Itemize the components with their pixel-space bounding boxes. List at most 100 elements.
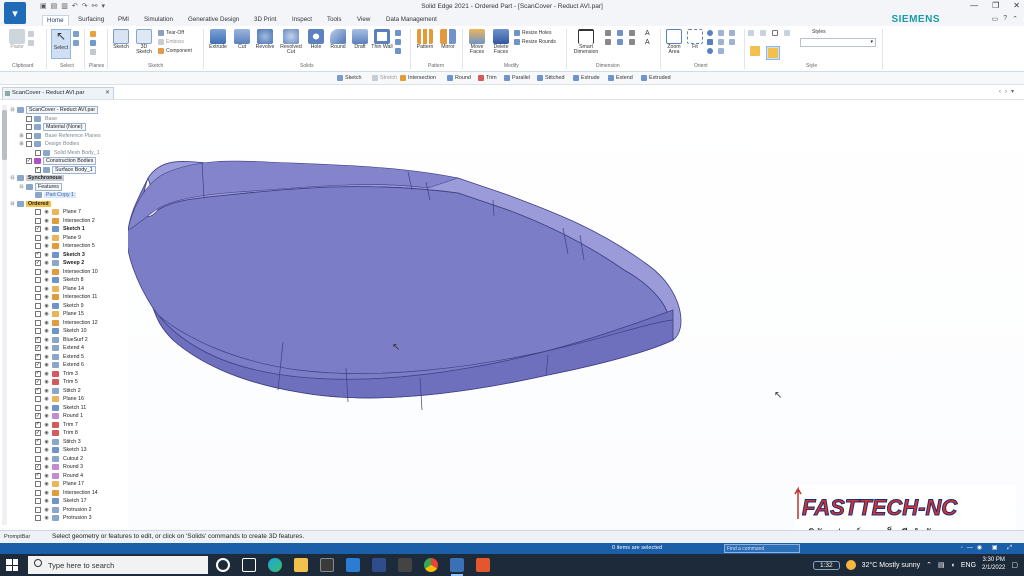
- fit-status-icon[interactable]: ⤢: [1007, 545, 1016, 551]
- tree-node[interactable]: ✓ ◉ Trim 7: [28, 421, 80, 430]
- visibility-checkbox[interactable]: ✓: [35, 345, 41, 352]
- taskbar-search-input[interactable]: Type here to search: [28, 556, 208, 574]
- tree-node[interactable]: ◉ Intersection 11: [28, 293, 99, 302]
- tree-node[interactable]: ◉ Plane 14: [28, 285, 86, 294]
- cmd-extruded[interactable]: Extruded: [641, 75, 671, 81]
- cmd-intersection[interactable]: Intersection: [400, 75, 436, 81]
- visibility-checkbox[interactable]: [35, 447, 41, 454]
- tree-node[interactable]: ◉ Sketch 8: [28, 276, 86, 285]
- tree-node[interactable]: ✓ ◉ BlueSurf 2: [28, 336, 90, 345]
- visibility-checkbox[interactable]: [35, 234, 41, 241]
- view-orient-1-icon[interactable]: [718, 30, 724, 36]
- tree-node[interactable]: ◉ Protrusion 2: [28, 506, 94, 515]
- resize-rounds-button[interactable]: Resize Rounds: [514, 39, 556, 45]
- cut-button[interactable]: Cut: [233, 29, 251, 50]
- tab-data-management[interactable]: Data Management: [382, 15, 441, 24]
- 3d-sketch-button[interactable]: 3D Sketch: [134, 29, 154, 56]
- pan-icon[interactable]: [707, 39, 713, 45]
- tree-node[interactable]: ◉ Plane 15: [28, 310, 86, 319]
- view-orient-2-icon[interactable]: [718, 39, 724, 45]
- document-tab[interactable]: ScanCover - Reduct AVI.par ✕: [2, 87, 114, 99]
- tree-node[interactable]: ✓ ◉ Round 4: [28, 472, 85, 481]
- dim-tool-3-icon[interactable]: [617, 30, 623, 36]
- visibility-checkbox[interactable]: [35, 268, 41, 275]
- tree-scrollbar-thumb[interactable]: [2, 110, 7, 160]
- tree-node[interactable]: ◉ Plane 7: [28, 208, 83, 217]
- emboss-button[interactable]: Emboss: [158, 39, 184, 45]
- visibility-checkbox[interactable]: [35, 209, 41, 216]
- visibility-checkbox[interactable]: [35, 498, 41, 505]
- weather-sun-icon[interactable]: [845, 560, 856, 570]
- pattern-button[interactable]: Pattern: [414, 29, 436, 50]
- round-button[interactable]: Round: [327, 29, 349, 50]
- cmd-sketch[interactable]: Sketch: [337, 75, 361, 81]
- visibility-checkbox[interactable]: ✓: [35, 260, 41, 267]
- solid-edge-taskbar-icon[interactable]: [450, 558, 464, 576]
- tear-off-button[interactable]: Tear-Off: [158, 30, 184, 36]
- dim-tool-1-icon[interactable]: [605, 30, 611, 36]
- visibility-checkbox[interactable]: ✓: [35, 336, 41, 343]
- meeting-timer[interactable]: 1:32: [813, 560, 840, 570]
- select-button[interactable]: ↖ Select: [51, 29, 71, 59]
- view-icon[interactable]: ▣: [992, 545, 1002, 551]
- tree-node[interactable]: ✓ ◉ Round 1: [28, 412, 85, 421]
- zoom-icon[interactable]: [707, 30, 713, 36]
- extrude-button[interactable]: Extrude: [207, 29, 229, 50]
- command-finder-input[interactable]: Find a command: [724, 544, 800, 553]
- visibility-checkbox[interactable]: [35, 506, 41, 513]
- tree-node[interactable]: ◉ Cutout 2: [28, 455, 85, 464]
- dim-tool-5-icon[interactable]: [629, 30, 635, 36]
- revolved-cut-button[interactable]: Revolved Cut: [278, 29, 304, 56]
- visibility-checkbox[interactable]: ✓: [35, 166, 41, 173]
- visibility-checkbox[interactable]: [35, 294, 41, 301]
- view-orient-4-icon[interactable]: [729, 30, 735, 36]
- minimize-button[interactable]: —: [970, 1, 978, 10]
- expand-toggle-icon[interactable]: ⊟: [10, 175, 15, 181]
- tab-tools[interactable]: Tools: [323, 15, 345, 24]
- visibility-checkbox[interactable]: ✓: [35, 370, 41, 377]
- revolve-button[interactable]: Revolve: [254, 29, 276, 50]
- copy-icon[interactable]: [28, 40, 34, 46]
- tree-node[interactable]: ✓ ◉ Trim 3: [28, 370, 80, 379]
- tree-node[interactable]: ◉ Plane 17: [28, 480, 86, 489]
- recorder-icon[interactable]: [476, 558, 490, 572]
- tree-node[interactable]: ◉ Intersection 10: [28, 268, 100, 277]
- tree-node[interactable]: ◉ Sketch 10: [28, 327, 89, 336]
- cmd-round[interactable]: Round: [447, 75, 471, 81]
- solids-extra-1-icon[interactable]: [395, 30, 401, 36]
- teams-icon[interactable]: [372, 558, 386, 572]
- zoom-area-button[interactable]: Zoom Area: [664, 29, 684, 56]
- tab-view[interactable]: View: [353, 15, 374, 24]
- maximize-button[interactable]: ❐: [992, 1, 999, 10]
- visibility-checkbox[interactable]: ✓: [35, 438, 41, 445]
- visibility-checkbox[interactable]: [35, 396, 41, 403]
- delete-faces-button[interactable]: Delete Faces: [490, 29, 512, 56]
- plane-options-icon[interactable]: [90, 49, 96, 55]
- file-explorer-icon[interactable]: [294, 558, 308, 572]
- windows-start-icon[interactable]: [6, 559, 18, 571]
- visibility-checkbox[interactable]: ✓: [35, 421, 41, 428]
- expand-toggle-icon[interactable]: ⊟: [10, 201, 15, 207]
- cmd-parallel[interactable]: Parallel: [504, 75, 530, 81]
- tree-node[interactable]: ◉ Protrusion 3: [28, 514, 94, 523]
- expand-toggle-icon[interactable]: ⊟: [10, 107, 15, 113]
- tree-node[interactable]: ✓ ◉ Sketch 3: [28, 251, 87, 260]
- tree-node[interactable]: ◉ Sketch 13: [28, 446, 89, 455]
- visibility-checkbox[interactable]: [35, 302, 41, 309]
- draft-button[interactable]: Draft: [350, 29, 370, 50]
- resize-holes-button[interactable]: Resize Holes: [514, 30, 551, 36]
- visibility-checkbox[interactable]: [35, 455, 41, 462]
- volume-icon[interactable]: ◖: [951, 562, 955, 569]
- tab-list-icon[interactable]: ▾: [1011, 89, 1018, 95]
- visibility-checkbox[interactable]: ✓: [35, 353, 41, 360]
- visibility-checkbox[interactable]: [35, 277, 41, 284]
- graphics-window[interactable]: ↖ ↖: [128, 100, 1024, 530]
- tree-node[interactable]: ◉ Sketch 9: [28, 302, 86, 311]
- tree-node[interactable]: ◉ Intersection 12: [28, 319, 100, 328]
- language-indicator[interactable]: ENG: [961, 562, 976, 569]
- cube-active-icon[interactable]: [766, 46, 780, 60]
- tab-inspect[interactable]: Inspect: [288, 15, 316, 24]
- visibility-checkbox[interactable]: [35, 481, 41, 488]
- tree-node[interactable]: ✓ ◉ Round 3: [28, 463, 85, 472]
- cmd-stitched[interactable]: Stitched: [537, 75, 564, 81]
